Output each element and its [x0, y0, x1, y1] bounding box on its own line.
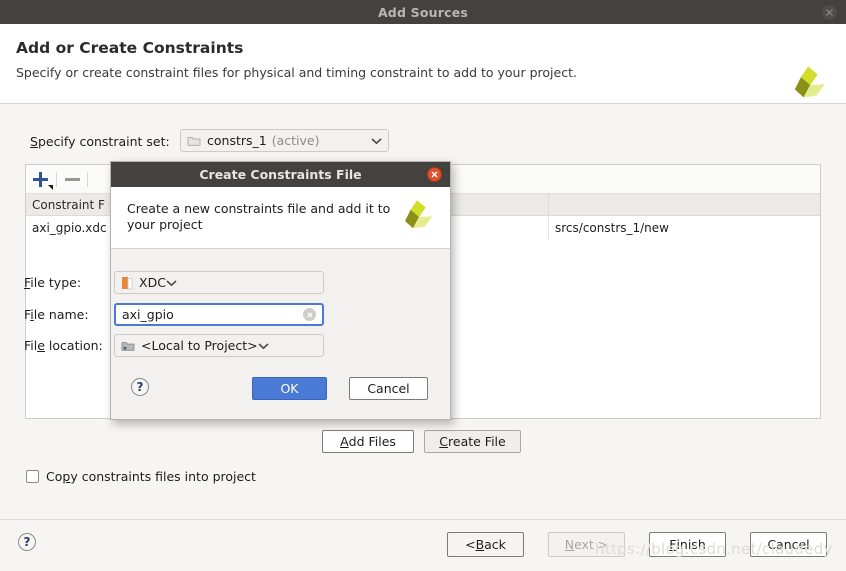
file-location-dropdown[interactable]: <Local to Project> — [114, 334, 324, 357]
question-mark-icon: ? — [136, 380, 144, 394]
wizard-header: Add or Create Constraints Specify or cre… — [0, 24, 846, 104]
remove-source-button[interactable] — [57, 165, 87, 194]
file-type-dropdown[interactable]: XDC — [114, 271, 324, 294]
toolbar-separator-2 — [87, 171, 88, 187]
add-files-button[interactable]: Add Files — [322, 430, 414, 453]
chevron-down-icon — [371, 137, 382, 144]
vivado-logo-icon — [405, 200, 433, 229]
file-location-label: File location: — [24, 338, 103, 353]
vivado-logo-icon — [794, 66, 825, 98]
next-button: Next > — [548, 532, 625, 557]
question-mark-icon: ? — [23, 535, 31, 549]
add-sources-window: Add Sources Add or Create Constraints Sp… — [0, 0, 846, 571]
copy-constraints-checkbox-row[interactable]: Copy constraints files into project — [26, 469, 256, 484]
close-icon — [431, 171, 438, 178]
constraint-set-label: Specify constraint set: — [30, 134, 170, 149]
dialog-cancel-button[interactable]: Cancel — [349, 377, 428, 400]
xdc-document-icon — [122, 276, 133, 289]
column-header-3 — [549, 194, 820, 216]
back-button[interactable]: < Back — [447, 532, 524, 557]
file-name-row: File name: axi_gpio — [24, 303, 324, 326]
finish-button[interactable]: Finish — [649, 532, 726, 557]
file-type-label: File type: — [24, 275, 82, 290]
dialog-ok-button[interactable]: OK — [252, 377, 327, 400]
chevron-down-icon — [166, 279, 177, 286]
window-close-button[interactable] — [822, 5, 837, 20]
file-name-input[interactable]: axi_gpio — [114, 303, 324, 326]
chevron-down-icon — [258, 342, 269, 349]
dialog-title: Create Constraints File — [199, 167, 362, 182]
copy-constraints-checkbox[interactable] — [26, 470, 39, 483]
constraint-set-dropdown[interactable]: constrs_1 (active) — [180, 129, 389, 152]
dialog-description: Create a new constraints file and add it… — [127, 201, 391, 232]
dialog-titlebar: Create Constraints File — [111, 162, 450, 187]
window-title: Add Sources — [377, 4, 469, 20]
file-type-value: XDC — [139, 275, 166, 290]
constraint-set-value: constrs_1 — [207, 133, 267, 148]
file-location-row: File location: <Local to Project> — [24, 334, 324, 357]
close-icon — [826, 9, 833, 16]
add-source-button[interactable] — [26, 165, 56, 194]
file-type-row: File type: XDC — [24, 271, 324, 294]
copy-constraints-label: Copy constraints files into project — [46, 469, 256, 484]
file-name-value: axi_gpio — [122, 307, 174, 322]
clear-circle-icon[interactable] — [303, 308, 316, 321]
page-subtitle: Specify or create constraint files for p… — [16, 65, 577, 80]
folder-icon — [121, 341, 135, 351]
cell-location: srcs/constrs_1/new — [555, 220, 669, 235]
chevron-down-icon — [48, 184, 53, 190]
cancel-button[interactable]: Cancel — [750, 532, 827, 557]
help-button[interactable]: ? — [18, 533, 36, 551]
file-location-value: <Local to Project> — [141, 338, 258, 353]
dialog-help-button[interactable]: ? — [131, 378, 149, 396]
window-titlebar: Add Sources — [0, 0, 846, 24]
constraint-set-active-suffix: (active) — [271, 133, 320, 148]
page-title: Add or Create Constraints — [16, 39, 244, 57]
minus-icon — [64, 177, 80, 181]
folder-icon — [187, 136, 201, 146]
file-name-label: File name: — [24, 307, 89, 322]
create-file-button[interactable]: Create File — [424, 430, 521, 453]
dialog-close-button[interactable] — [427, 167, 442, 182]
